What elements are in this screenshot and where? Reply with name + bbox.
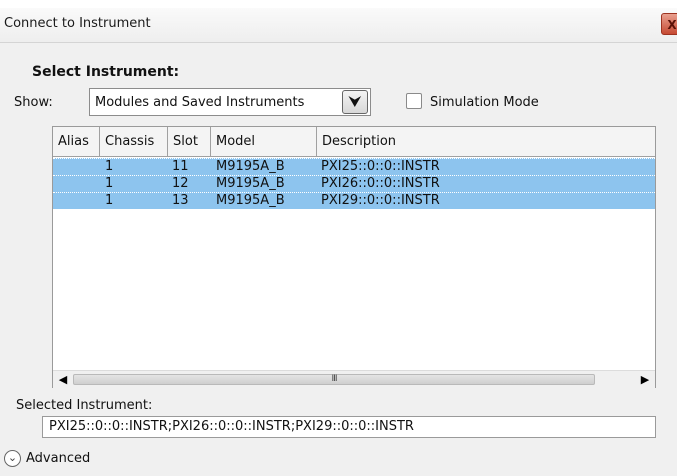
advanced-toggle[interactable]: Advanced <box>26 451 90 466</box>
table-row[interactable]: 1 12 M9195A_B PXI26::0::0::INSTR <box>53 175 655 192</box>
slot-cell: 12 <box>172 176 189 191</box>
slot-cell: 13 <box>172 193 189 208</box>
column-header-alias[interactable]: Alias <box>53 127 100 156</box>
model-cell: M9195A_B <box>216 159 285 174</box>
instrument-table: Alias Chassis Slot Model Description 1 1… <box>52 126 656 388</box>
selected-instrument-label: Selected Instrument: <box>16 398 153 413</box>
chassis-cell: 1 <box>105 193 114 208</box>
show-label: Show: <box>14 95 53 110</box>
slot-cell: 11 <box>172 159 189 174</box>
scroll-right-icon[interactable]: ▶ <box>637 371 653 388</box>
horizontal-scrollbar[interactable]: ◀ III ▶ <box>53 370 655 388</box>
close-button[interactable]: X <box>661 13 677 35</box>
chevron-down-icon[interactable]: ⮟ <box>342 90 368 114</box>
table-header: Alias Chassis Slot Model Description <box>53 127 655 157</box>
column-header-model[interactable]: Model <box>211 127 317 156</box>
table-row[interactable]: 1 11 M9195A_B PXI25::0::0::INSTR <box>53 158 655 175</box>
column-header-description[interactable]: Description <box>317 127 655 156</box>
show-filter-dropdown[interactable]: Modules and Saved Instruments ⮟ <box>89 88 371 116</box>
section-heading: Select Instrument: <box>32 64 180 80</box>
scroll-left-icon[interactable]: ◀ <box>55 371 71 388</box>
chassis-cell: 1 <box>105 176 114 191</box>
selected-instrument-field[interactable]: PXI25::0::0::INSTR;PXI26::0::0::INSTR;PX… <box>42 416 656 438</box>
scroll-grip-icon: III <box>331 374 338 384</box>
description-cell: PXI26::0::0::INSTR <box>321 176 440 191</box>
dialog-title: Connect to Instrument <box>4 16 151 31</box>
expand-chevron-icon[interactable]: ⌄ <box>4 450 21 467</box>
table-row[interactable]: 1 13 M9195A_B PXI29::0::0::INSTR <box>53 192 655 209</box>
connect-dialog: Connect to Instrument X Select Instrumen… <box>0 8 677 476</box>
description-cell: PXI25::0::0::INSTR <box>321 159 440 174</box>
model-cell: M9195A_B <box>216 176 285 191</box>
model-cell: M9195A_B <box>216 193 285 208</box>
scrollbar-thumb[interactable]: III <box>73 374 595 385</box>
simulation-mode-checkbox[interactable] <box>406 93 422 109</box>
chassis-cell: 1 <box>105 159 114 174</box>
column-header-chassis[interactable]: Chassis <box>100 127 168 156</box>
title-bar: Connect to Instrument X <box>0 8 677 43</box>
description-cell: PXI29::0::0::INSTR <box>321 193 440 208</box>
column-header-slot[interactable]: Slot <box>168 127 211 156</box>
simulation-mode-label[interactable]: Simulation Mode <box>430 95 539 110</box>
show-filter-value: Modules and Saved Instruments <box>95 95 305 110</box>
